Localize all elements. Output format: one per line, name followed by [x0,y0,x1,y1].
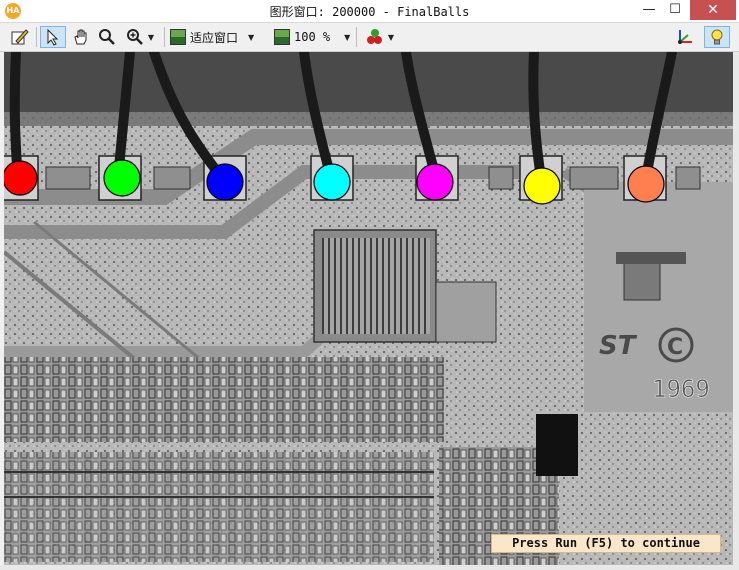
ball-marker [313,163,351,201]
toolbar: ▼ 适应窗口 ▼ 100 % ▼ ▼ [0,23,739,52]
ball-marker [416,163,454,201]
window-border [733,52,739,570]
toolbar-separator [356,27,357,47]
zoom-level-label: 100 % [294,30,331,44]
pan-hand-icon[interactable] [68,26,94,48]
coordinate-axes-icon[interactable] [671,26,697,48]
image-canvas[interactable]: ST C 1969 [4,52,733,565]
image-fit-icon [170,29,186,45]
toolbar-separator [164,27,165,47]
title-bar: HA 图形窗口: 200000 - FinalBalls — ☐ ✕ [0,0,739,23]
final-balls-overlay [4,159,665,205]
window-title: 图形窗口: 200000 - FinalBalls [269,5,470,19]
chevron-down-icon: ▼ [387,32,395,42]
zoom-in-icon[interactable]: ▼ [121,26,159,48]
status-message: Press Run (F5) to continue [491,534,721,553]
ball-marker [103,159,141,197]
fit-window-label: 适应窗口 [190,30,239,45]
color-palette-icon[interactable]: ▼ [361,26,399,48]
ball-marker [523,167,561,205]
toolbar-separator [36,27,37,47]
chevron-down-icon: ▼ [147,32,155,42]
image-zoom-icon [274,29,290,45]
zoom-level-dropdown[interactable]: 100 % ▼ [274,26,354,48]
pointer-tool-icon[interactable] [40,26,66,48]
ball-marker [627,165,665,203]
ball-marker [4,160,38,196]
magnifier-icon[interactable] [95,26,119,48]
ball-marker [206,163,244,201]
chevron-down-icon: ▼ [248,32,255,42]
close-button[interactable]: ✕ [690,0,736,20]
window-border [0,565,739,570]
edit-icon[interactable] [7,26,33,48]
chevron-down-icon: ▼ [344,32,351,42]
lightbulb-icon[interactable] [704,26,730,48]
fit-window-dropdown[interactable]: 适应窗口 ▼ [170,26,268,48]
maximize-button[interactable]: ☐ [660,0,690,20]
